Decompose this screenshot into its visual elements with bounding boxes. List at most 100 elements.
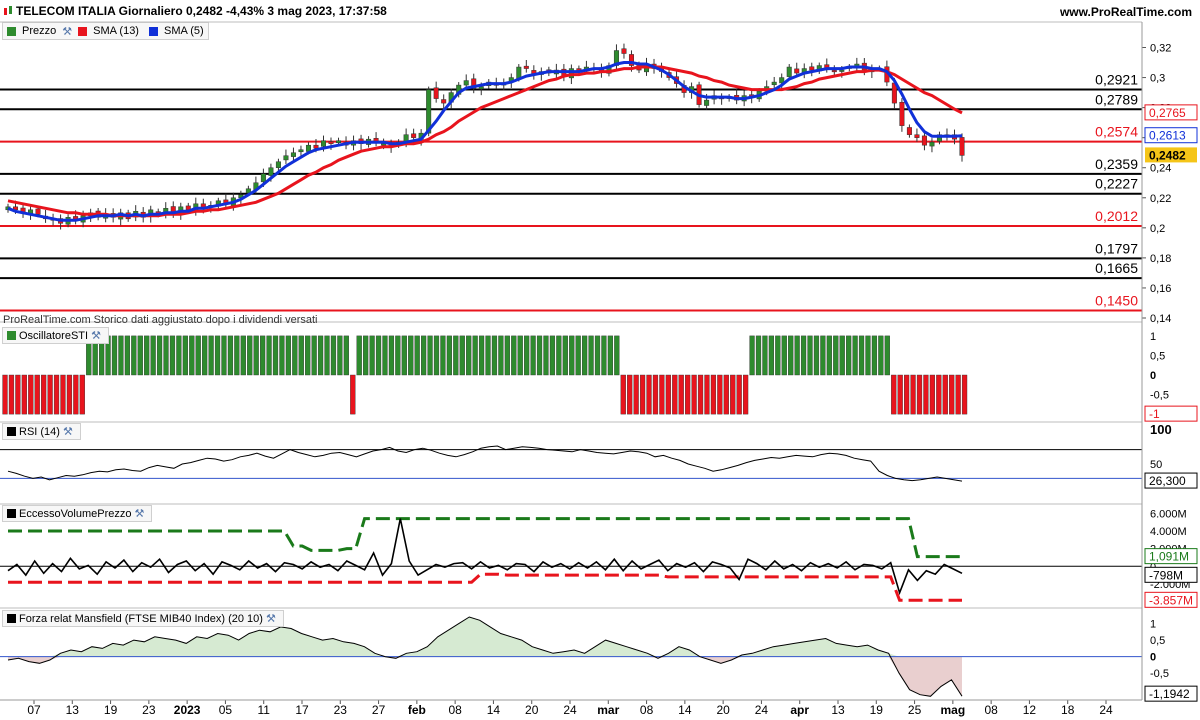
x-tick-label: 05 (219, 703, 233, 717)
sti-bar (549, 335, 556, 376)
sti-bar (569, 335, 575, 376)
level-label: 0,2574 (1095, 124, 1138, 140)
sti-bar (620, 374, 626, 415)
sti-bar (601, 335, 607, 376)
rsi-last-value: 26,300 (1149, 474, 1186, 488)
sti-bar (137, 335, 143, 376)
sti-bar (723, 374, 729, 415)
candle (959, 137, 965, 156)
sti-bar (401, 335, 407, 376)
rsi-line (7, 445, 963, 482)
candle (794, 68, 800, 74)
mansfield-negative-area (8, 656, 962, 697)
x-tick-label: 08 (448, 703, 462, 717)
sti-bar (279, 335, 285, 376)
sti-bar (253, 335, 259, 376)
level-label: 0,1450 (1095, 292, 1138, 308)
y-tick-label: 0,2 (1150, 223, 1165, 235)
level-label: 0,2359 (1095, 156, 1138, 172)
x-tick-label: 08 (984, 703, 998, 717)
volume-lower-band (8, 572, 962, 602)
sti-bar (633, 374, 639, 415)
y-tick-label: 0,16 (1150, 283, 1171, 295)
wrench-icon[interactable]: ⚒ (63, 425, 73, 438)
candle (328, 141, 334, 144)
candle (260, 173, 266, 183)
sti-bar (208, 335, 214, 376)
sti-tick-label: 0,5 (1150, 350, 1165, 362)
sti-swatch (7, 331, 16, 340)
y-tick-label: 0,3 (1150, 73, 1165, 85)
sti-bar (846, 335, 852, 376)
sti-bar (34, 374, 40, 415)
sti-bar (382, 335, 388, 376)
candle (786, 66, 792, 77)
sti-bar (685, 374, 691, 415)
rsi-swatch (7, 427, 16, 436)
sti-bar (639, 374, 646, 415)
sti-bar (807, 335, 813, 376)
sti-bar (317, 335, 324, 376)
sti-bar (659, 374, 665, 415)
sti-bar (144, 335, 150, 376)
candle (839, 69, 845, 72)
wrench-icon[interactable]: ⚒ (91, 329, 101, 342)
sti-bar (704, 374, 710, 415)
sti-bar (214, 335, 221, 376)
sti-bar (189, 335, 195, 376)
sti-bar (305, 335, 311, 376)
x-tick-label: apr (790, 703, 809, 717)
x-tick-label: 11 (257, 703, 270, 717)
x-tick-label: 13 (831, 703, 845, 717)
y-tick-label: 0,22 (1150, 193, 1171, 205)
price-last-value: 0,2482 (1149, 148, 1186, 162)
sti-bar (646, 374, 652, 415)
candle (433, 87, 439, 99)
volume-upper-last: 1,091M (1149, 550, 1189, 564)
x-tick-label: 14 (487, 703, 501, 717)
mansfield-tick-label: 0 (1150, 652, 1156, 664)
sti-bar (427, 335, 433, 376)
sti-bar (730, 374, 736, 415)
candle (411, 133, 417, 138)
sti-panel-title: OscillatoreSTI ⚒ (2, 327, 109, 344)
sti-bar (517, 335, 523, 376)
sti-bar (852, 335, 858, 376)
sti-bar (891, 374, 897, 415)
sti-bar (79, 374, 85, 415)
sti-bar (929, 374, 936, 415)
x-tick-label: 20 (716, 703, 730, 717)
x-tick-label: 24 (563, 703, 577, 717)
sti-bar (562, 335, 568, 376)
sti-bar (298, 335, 304, 376)
sti-bar (871, 335, 878, 376)
sti-bar (826, 335, 832, 376)
candle (621, 48, 627, 54)
mansfield-swatch (7, 614, 16, 623)
sti-bar (665, 374, 671, 415)
volume-tick-label: 4.000M (1150, 526, 1187, 538)
sti-bar (910, 374, 916, 415)
mansfield-tick-label: 1 (1150, 619, 1156, 631)
level-label: 0,2227 (1095, 176, 1138, 192)
sti-bar (491, 335, 498, 376)
wrench-icon[interactable]: ⚒ (266, 612, 276, 625)
sti-bar (60, 374, 66, 415)
sti-bar (543, 335, 549, 376)
sti-bar (582, 335, 588, 376)
sti-bar (472, 335, 478, 376)
x-tick-label: feb (408, 703, 426, 717)
sti-bar (575, 335, 581, 376)
sti-bar (311, 335, 317, 376)
sti-bar (916, 374, 923, 415)
sti-bar (73, 374, 79, 415)
x-tick-label: 24 (1099, 703, 1113, 717)
volume-panel-title: EccessoVolumePrezzo ⚒ (2, 505, 153, 522)
x-tick-label: 12 (1023, 703, 1037, 717)
sti-bar (2, 374, 8, 415)
sti-bar (736, 374, 742, 415)
wrench-icon[interactable]: ⚒ (135, 507, 145, 520)
sti-bar (446, 335, 452, 376)
sti-bar (414, 335, 420, 376)
sti-bar (395, 335, 401, 376)
